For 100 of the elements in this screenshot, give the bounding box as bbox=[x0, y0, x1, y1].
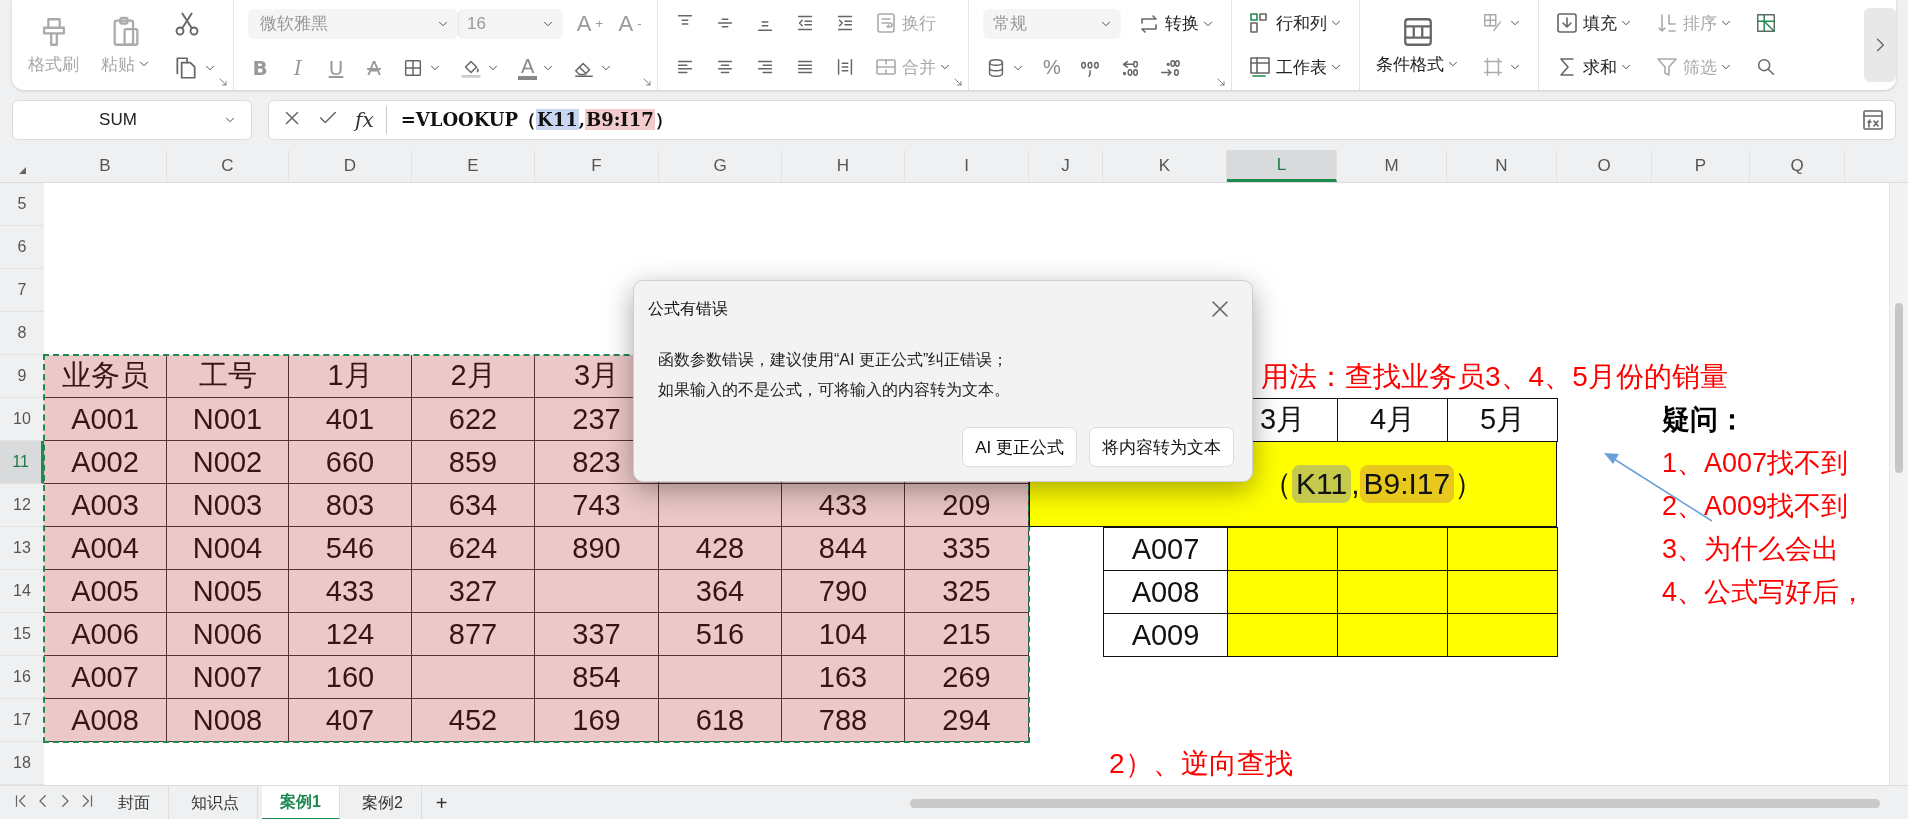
row-header[interactable]: 17 bbox=[0, 699, 44, 742]
row-header[interactable]: 14 bbox=[0, 570, 44, 613]
column-header[interactable]: H bbox=[782, 150, 905, 182]
column-header[interactable]: I bbox=[905, 150, 1029, 182]
fill-button[interactable]: 填充 bbox=[1553, 9, 1635, 37]
table-cell: 788 bbox=[782, 699, 905, 742]
launcher-icon[interactable] bbox=[641, 76, 653, 88]
formula-text: =VLOOKUP（K11,B9:I17） bbox=[400, 108, 674, 132]
launcher-icon[interactable] bbox=[952, 76, 964, 88]
column-header[interactable]: C bbox=[167, 150, 289, 182]
font-color-button[interactable]: A bbox=[516, 53, 558, 82]
launcher-icon[interactable] bbox=[1215, 76, 1227, 88]
table-cell: 877 bbox=[412, 613, 535, 656]
table-cell: 634 bbox=[412, 484, 535, 527]
dialog-message: 如果输入的不是公式，可将输入的内容转为文本。 bbox=[658, 380, 1011, 400]
copy-icon[interactable] bbox=[173, 54, 199, 81]
dialog-button[interactable]: AI 更正公式 bbox=[962, 427, 1077, 467]
sheet-tab[interactable]: 案例1 bbox=[262, 786, 340, 819]
table-cell: A007 bbox=[44, 656, 167, 699]
name-box[interactable]: SUM bbox=[12, 100, 252, 140]
row-header[interactable]: 12 bbox=[0, 484, 44, 527]
column-header[interactable]: P bbox=[1652, 150, 1750, 182]
row-header[interactable]: 16 bbox=[0, 656, 44, 699]
table-cell: N003 bbox=[167, 484, 289, 527]
table-cell: A006 bbox=[44, 613, 167, 656]
table-cell: 294 bbox=[905, 699, 1029, 742]
horizontal-scrollbar[interactable] bbox=[910, 798, 1880, 808]
sum-button[interactable]: 求和 bbox=[1553, 53, 1635, 81]
column-header[interactable]: D bbox=[289, 150, 412, 182]
formula-field[interactable]: fx =VLOOKUP（K11,B9:I17） bbox=[268, 100, 1896, 140]
dialog-button[interactable]: 将内容转为文本 bbox=[1089, 427, 1234, 467]
formula-expand-icon[interactable] bbox=[1861, 108, 1885, 132]
worksheet-icon[interactable] bbox=[1248, 55, 1272, 79]
add-sheet-button[interactable]: + bbox=[425, 791, 458, 815]
column-header[interactable]: E bbox=[412, 150, 535, 182]
rows-columns-button[interactable]: 行和列 bbox=[1246, 9, 1345, 37]
column-header[interactable]: B bbox=[44, 150, 167, 182]
percent-button[interactable]: % bbox=[1041, 54, 1063, 82]
table-cell: 624 bbox=[412, 527, 535, 570]
table-cell: 124 bbox=[289, 613, 412, 656]
column-header[interactable]: L bbox=[1227, 150, 1337, 182]
table-cell: A002 bbox=[44, 441, 167, 484]
column-header[interactable]: G bbox=[659, 150, 782, 182]
table-cell: 169 bbox=[535, 699, 659, 742]
table-cell: 660 bbox=[289, 441, 412, 484]
question-text: 1、A007找不到 bbox=[1661, 446, 1850, 480]
table-cell: 335 bbox=[905, 527, 1029, 570]
questions-heading: 疑问： bbox=[1661, 402, 1747, 437]
table-cell: N006 bbox=[167, 613, 289, 656]
table-cell: A004 bbox=[44, 527, 167, 570]
table-cell: A001 bbox=[44, 398, 167, 441]
vertical-scrollbar[interactable] bbox=[1889, 183, 1908, 785]
dialog-message: 函数参数错误，建议使用“AI 更正公式”纠正错误； bbox=[658, 350, 1010, 370]
table-cell: 1月 bbox=[289, 355, 412, 398]
table-cell: 5月 bbox=[1447, 398, 1558, 442]
table-cell: 337 bbox=[535, 613, 659, 656]
table-cell: 407 bbox=[289, 699, 412, 742]
table-cell: 844 bbox=[782, 527, 905, 570]
cell-style-icon[interactable] bbox=[1482, 12, 1504, 34]
table-cell: N008 bbox=[167, 699, 289, 742]
column-header[interactable]: J bbox=[1029, 150, 1103, 182]
dialog-title: 公式有错误 bbox=[648, 298, 728, 319]
row-header[interactable]: 9 bbox=[0, 355, 44, 398]
sheet-tab[interactable]: 封面 bbox=[100, 786, 169, 819]
table-cell: 743 bbox=[535, 484, 659, 527]
table-cell: 工号 bbox=[167, 355, 289, 398]
table-cell: 428 bbox=[659, 527, 782, 570]
table-cell: 516 bbox=[659, 613, 782, 656]
sheet-tab[interactable]: 案例2 bbox=[343, 786, 422, 819]
column-header[interactable]: Q bbox=[1750, 150, 1845, 182]
column-header[interactable]: O bbox=[1557, 150, 1652, 182]
worksheet-button[interactable]: 工作表 bbox=[1246, 53, 1345, 81]
table-cell: A005 bbox=[44, 570, 167, 613]
sheet-tab[interactable]: 知识点 bbox=[173, 786, 258, 819]
table-cell: 622 bbox=[412, 398, 535, 441]
scroll-thumb[interactable] bbox=[1895, 303, 1903, 473]
row-header[interactable]: 10 bbox=[0, 398, 44, 441]
row-header[interactable]: 11 bbox=[0, 441, 44, 484]
conditional-format-button[interactable]: 条件格式 bbox=[1374, 12, 1462, 78]
row-header[interactable]: 13 bbox=[0, 527, 44, 570]
column-header[interactable]: N bbox=[1447, 150, 1557, 182]
table-cell: N007 bbox=[167, 656, 289, 699]
row-header[interactable]: 15 bbox=[0, 613, 44, 656]
convert-button[interactable]: 转换 bbox=[1135, 9, 1217, 38]
row-header[interactable]: 6 bbox=[0, 226, 44, 269]
table-cell: 2月 bbox=[412, 355, 535, 398]
table-cell: N002 bbox=[167, 441, 289, 484]
row-header[interactable]: 7 bbox=[0, 269, 44, 312]
table-cell: 433 bbox=[782, 484, 905, 527]
column-header[interactable]: M bbox=[1337, 150, 1447, 182]
fill-icon[interactable] bbox=[1555, 11, 1579, 35]
row-header[interactable]: 18 bbox=[0, 742, 44, 785]
column-header[interactable]: F bbox=[535, 150, 659, 182]
table-cell: 546 bbox=[289, 527, 412, 570]
insert-function-button[interactable]: fx bbox=[353, 106, 387, 134]
row-header[interactable]: 8 bbox=[0, 312, 44, 355]
row-header[interactable]: 5 bbox=[0, 183, 44, 226]
table-cell: 160 bbox=[289, 656, 412, 699]
launcher-icon[interactable] bbox=[217, 76, 229, 88]
table-cell: 790 bbox=[782, 570, 905, 613]
